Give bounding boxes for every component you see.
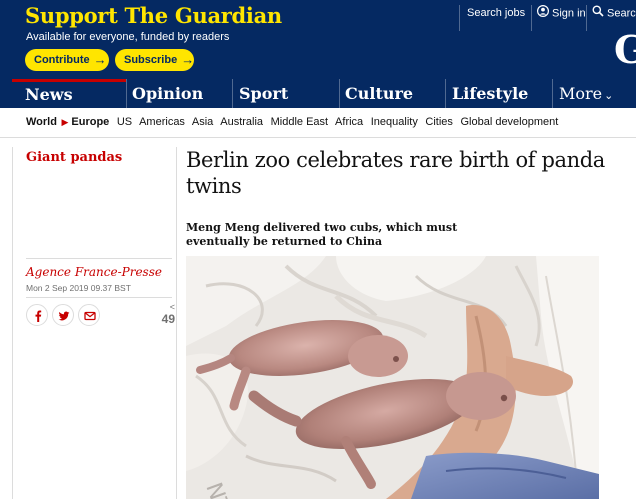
subnav-africa[interactable]: Africa: [335, 116, 363, 128]
subnav-inequality[interactable]: Inequality: [371, 116, 418, 128]
user-icon: [536, 4, 550, 22]
pillar-nav: News Opinion Sport Culture Lifestyle Mor…: [0, 79, 636, 108]
sub-nav: World ▶ Europe US Americas Asia Australia …: [0, 108, 636, 138]
share-facebook-button[interactable]: [26, 304, 48, 326]
article-headline: Berlin zoo celebrates rare birth of pand…: [186, 148, 605, 198]
subscribe-label: Subscribe: [124, 54, 178, 66]
more-label: More: [559, 84, 603, 103]
chevron-down-icon: ⌄: [604, 89, 614, 102]
column-rule: [176, 147, 177, 499]
arrow-right-icon: →: [93, 52, 107, 67]
pillar-culture[interactable]: Culture: [332, 79, 446, 108]
contribute-button[interactable]: Contribute →: [25, 49, 109, 71]
pillar-opinion[interactable]: Opinion: [119, 79, 233, 108]
subnav-items: World ▶ Europe US Americas Asia Australia …: [26, 116, 563, 128]
subnav-americas[interactable]: Americas: [139, 116, 185, 128]
share-count: < 49: [155, 302, 175, 327]
search-icon: [592, 5, 604, 22]
article-main-image: NT: [186, 256, 599, 499]
subnav-australia[interactable]: Australia: [220, 116, 263, 128]
arrow-right-icon: →: [181, 52, 195, 67]
subnav-global-development[interactable]: Global development: [460, 116, 558, 128]
subscribe-button[interactable]: Subscribe →: [115, 49, 194, 71]
subnav-cities[interactable]: Cities: [425, 116, 453, 128]
search-jobs-link[interactable]: Search jobs: [467, 5, 525, 25]
share-twitter-button[interactable]: [52, 304, 74, 326]
section-label[interactable]: Giant pandas: [26, 150, 122, 165]
subnav-asia[interactable]: Asia: [192, 116, 213, 128]
share-email-button[interactable]: [78, 304, 100, 326]
panda-cubs-photo: NT: [186, 256, 599, 499]
dateline: Mon 2 Sep 2019 09.37 BST: [26, 283, 131, 293]
divider: [26, 297, 172, 298]
triangle-right-icon: ▶: [61, 117, 69, 127]
divider: [531, 5, 532, 31]
more-menu[interactable]: More ⌄: [546, 79, 636, 108]
search-link[interactable]: Search: [592, 5, 636, 25]
divider: [26, 258, 172, 259]
sign-in-link[interactable]: Sign in: [536, 4, 586, 25]
subnav-us[interactable]: US: [117, 116, 132, 128]
guardian-logo[interactable]: G: [614, 28, 636, 72]
share-count-value: 49: [161, 312, 175, 326]
column-rule: [12, 147, 13, 499]
pillar-sport[interactable]: Sport: [226, 79, 340, 108]
article-standfirst: Meng Meng delivered two cubs, which must…: [186, 221, 458, 248]
subnav-middle-east[interactable]: Middle East: [271, 116, 328, 128]
byline[interactable]: Agence France-Presse: [26, 265, 162, 279]
sign-in-label: Sign in: [552, 7, 586, 20]
pillar-news[interactable]: News: [12, 79, 126, 108]
subnav-europe[interactable]: Europe: [71, 116, 109, 128]
masthead: Support The Guardian Available for every…: [0, 0, 636, 79]
search-label: Search: [607, 7, 636, 20]
subnav-world[interactable]: World: [26, 116, 57, 128]
divider: [459, 5, 460, 31]
pillar-lifestyle[interactable]: Lifestyle: [439, 79, 553, 108]
contribute-label: Contribute: [34, 54, 90, 66]
support-subtitle: Available for everyone, funded by reader…: [26, 31, 230, 43]
support-title: Support The Guardian: [25, 3, 282, 28]
share-arrow-icon: <: [169, 302, 175, 312]
divider: [586, 5, 587, 31]
